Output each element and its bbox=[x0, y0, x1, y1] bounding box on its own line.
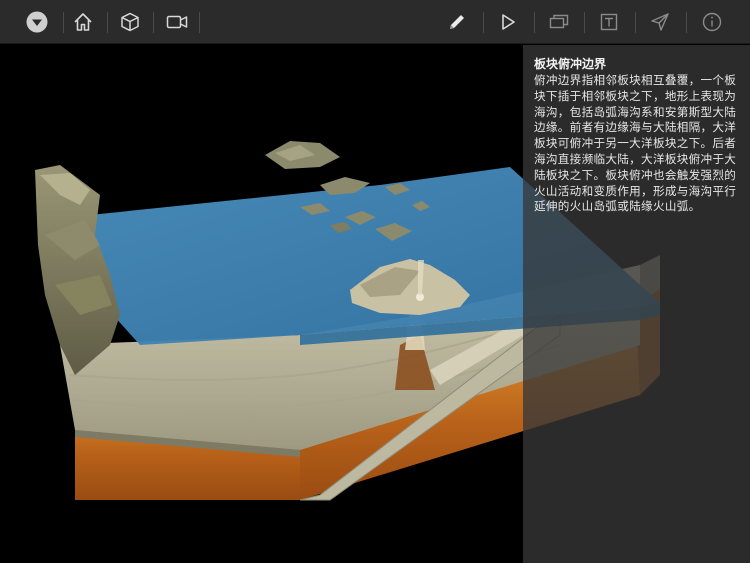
toolbar-divider bbox=[63, 12, 64, 33]
toolbar-divider bbox=[534, 12, 535, 33]
toolbar-divider bbox=[153, 12, 154, 33]
toolbar-divider bbox=[483, 12, 484, 33]
cube-icon[interactable] bbox=[115, 7, 145, 37]
toolbar-divider bbox=[199, 12, 200, 33]
info-icon[interactable] bbox=[697, 7, 727, 37]
home-icon[interactable] bbox=[68, 7, 98, 37]
top-toolbar bbox=[0, 0, 750, 44]
info-title: 板块俯冲边界 bbox=[534, 57, 607, 71]
play-icon[interactable] bbox=[493, 7, 523, 37]
toolbar-divider bbox=[584, 12, 585, 33]
info-panel: 板块俯冲边界 俯冲边界指相邻板块相互叠覆，一个板块下插于相邻板块之下，地形上表现… bbox=[523, 45, 750, 563]
pencil-icon[interactable] bbox=[442, 7, 472, 37]
text-box-icon[interactable] bbox=[594, 7, 624, 37]
toolbar-divider bbox=[686, 12, 687, 33]
video-camera-icon[interactable] bbox=[162, 7, 192, 37]
info-body: 俯冲边界指相邻板块相互叠覆，一个板块下插于相邻板块之下，地形上表现为海沟，包括岛… bbox=[534, 73, 737, 214]
layers-icon[interactable] bbox=[544, 7, 574, 37]
toolbar-divider bbox=[635, 12, 636, 33]
send-icon[interactable] bbox=[645, 7, 675, 37]
dropdown-circle-icon[interactable] bbox=[22, 7, 52, 37]
toolbar-divider bbox=[107, 12, 108, 33]
